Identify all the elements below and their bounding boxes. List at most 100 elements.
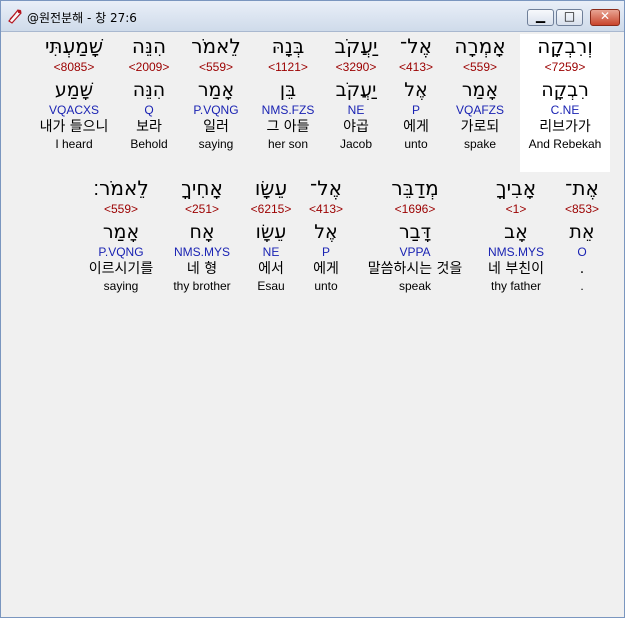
morph-code[interactable]: O [560,244,604,260]
korean-gloss: 가로되 [460,119,500,135]
morph-code[interactable]: NE [325,102,387,118]
word-cell[interactable]: מְדַבֵּר <1696> דָּבַר VPPA 말씀하시는 것을 spe… [357,176,473,294]
korean-gloss: 일러 [203,119,229,135]
word-cell[interactable]: עֵשָׂו <6215> עֵשָׂו NE 에서 Esau [243,176,299,294]
english-gloss: Behold [130,137,168,151]
word-cell[interactable]: הִנֵּה <2009> הִנֵּה Q 보라 Behold [123,34,175,152]
strong-number[interactable]: <2009> [123,60,175,74]
word-cell[interactable]: לֵאמֹר <559> אָמַר P.VQNG 일러 saying [181,34,251,152]
hebrew-word: יַעֲקֹב [334,34,378,58]
lemma-word: בֵּן [279,79,297,101]
hebrew-word: אֶל־ [310,176,342,200]
english-gloss: saying [198,137,234,151]
strong-number[interactable]: <8085> [31,60,117,74]
korean-gloss: . [579,261,585,277]
morph-code[interactable]: P [390,102,442,118]
word-cell[interactable]: יַעֲקֹב <3290> יַעֲקֹב NE 야곱 Jacob [325,34,387,152]
morph-code[interactable]: NMS.MYS [167,244,237,260]
strong-number[interactable]: <559> [445,60,515,74]
word-cell[interactable]: אָמְרָה <559> אָמַר VQAFZS 가로되 spake [445,34,515,152]
hebrew-word: שָׁמַעְתִּי [44,34,104,58]
close-button[interactable]: ✕ [590,9,620,26]
strong-number[interactable]: <1121> [255,60,321,74]
minimize-button[interactable]: ▁ [527,9,554,26]
hebrew-word: מְדַבֵּר [391,176,439,200]
strong-number[interactable]: <559> [181,60,251,74]
strong-number[interactable]: <6215> [243,202,299,216]
korean-gloss: 에게 [403,119,429,135]
word-cell[interactable]: וְרִבְקָה <7259> רִבְקָה C.NE 리브가가 And R… [520,34,610,172]
morph-code[interactable]: P.VQNG [81,244,161,260]
lemma-word: דָּבַר [398,221,432,243]
word-cell[interactable]: אָבִיךָ <1> אָב NMS.MYS 네 부친이 thy father [479,176,553,294]
strong-number[interactable]: <413> [301,202,351,216]
lemma-word: הִנֵּה [132,79,166,101]
morph-code[interactable]: NMS.FZS [255,102,321,118]
korean-gloss: 그 아들 [266,119,310,135]
lemma-word: אָח [189,221,215,243]
close-icon: ✕ [599,9,611,23]
word-cell[interactable]: אֶל־ <413> אֶל P 에게 unto [390,34,442,152]
verse-analysis-panel: וְרִבְקָה <7259> רִבְקָה C.NE 리브가가 And R… [5,32,620,614]
korean-gloss: 이르시기를 [88,261,154,277]
hebrew-word: אֶת־ [565,176,599,200]
hebrew-word: וְרִבְקָה [537,34,593,58]
strong-number[interactable]: <853> [560,202,604,216]
word-cell[interactable]: אֶת־ <853> אֵת O . . [560,176,604,294]
morph-code[interactable]: NE [243,244,299,260]
english-gloss: And Rebekah [528,137,602,151]
korean-gloss: 야곱 [343,119,369,135]
english-gloss: unto [404,137,428,151]
hebrew-word: לֵאמֹר [191,34,241,58]
strong-number[interactable]: <251> [167,202,237,216]
word-cell[interactable]: אֶל־ <413> אֶל P 에게 unto [301,176,351,294]
morph-code[interactable]: P [301,244,351,260]
word-cell[interactable]: אָחִיךָ <251> אָח NMS.MYS 네 형 thy brothe… [167,176,237,294]
maximize-button[interactable]: □ [556,9,583,26]
word-cell[interactable]: שָׁמַעְתִּי <8085> שָׁמַע VQACXS 내가 들으니 … [31,34,117,152]
morph-code[interactable]: P.VQNG [181,102,251,118]
strong-number[interactable]: <559> [81,202,161,216]
lemma-word: אֵת [569,221,595,243]
morph-code[interactable]: VPPA [357,244,473,260]
morph-code[interactable]: VQAFZS [445,102,515,118]
korean-gloss: 내가 들으니 [39,119,109,135]
english-gloss: Jacob [339,137,373,151]
hebrew-word: אָבִיךָ [495,176,537,200]
korean-gloss: 에서 [258,261,284,277]
lemma-word: אָמַר [197,79,235,101]
english-gloss: spake [463,137,497,151]
english-gloss: speak [398,279,432,293]
title-bar[interactable]: @원전분해 - 창 27:6 ▁ □ ✕ [1,1,624,32]
lemma-word: שָׁמַע [54,79,94,101]
lemma-word: אָמַר [461,79,499,101]
english-gloss: . [580,279,584,293]
hebrew-word: אָמְרָה [454,34,506,58]
strong-number[interactable]: <3290> [325,60,387,74]
strong-number[interactable]: <1696> [357,202,473,216]
korean-gloss: 보라 [136,119,162,135]
word-cell[interactable]: לֵאמֹר׃ <559> אָמַר P.VQNG 이르시기를 saying [81,176,161,294]
korean-gloss: 에게 [313,261,339,277]
strong-number[interactable]: <1> [479,202,553,216]
hebrew-word: הִנֵּה [131,34,167,58]
korean-gloss: 네 부친이 [488,261,544,277]
hebrew-word: אֶל־ [400,34,432,58]
english-gloss: thy brother [173,279,231,293]
lemma-word: עֵשָׂו [255,221,287,243]
scroll-icon [8,9,22,24]
morph-code[interactable]: Q [123,102,175,118]
strong-number[interactable]: <413> [390,60,442,74]
hebrew-word: לֵאמֹר׃ [93,176,149,200]
maximize-icon: □ [563,9,576,23]
strong-number[interactable]: <7259> [520,60,610,74]
morph-code[interactable]: VQACXS [31,102,117,118]
lemma-word: אָב [504,221,528,243]
morph-code[interactable]: NMS.MYS [479,244,553,260]
app-window: @원전분해 - 창 27:6 ▁ □ ✕ וְרִבְקָה <7259> רִ… [0,0,625,618]
lemma-word: רִבְקָה [541,79,589,101]
lemma-word: אָמַר [102,221,140,243]
word-cell[interactable]: בְּנָהּ <1121> בֵּן NMS.FZS 그 아들 her son [255,34,321,152]
korean-gloss: 리브가가 [539,119,591,135]
morph-code[interactable]: C.NE [520,102,610,118]
